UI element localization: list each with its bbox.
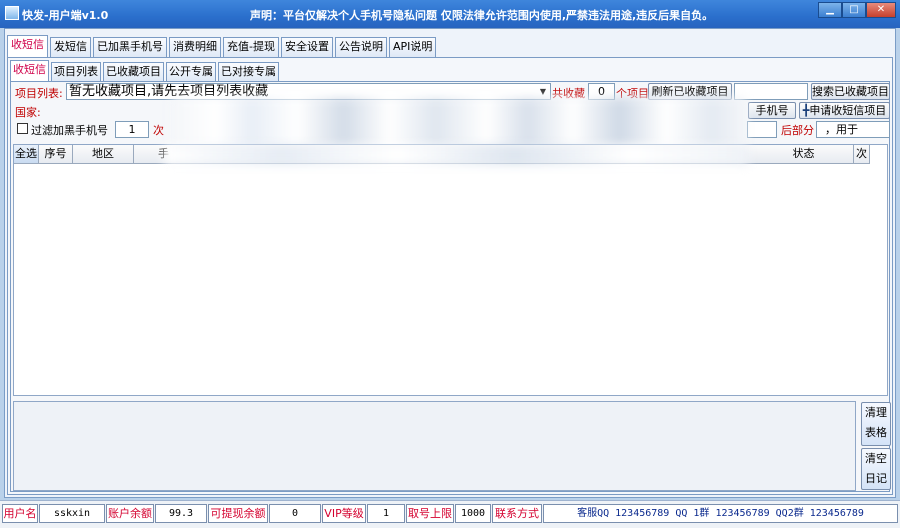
redacted-header bbox=[164, 145, 749, 165]
minimize-button[interactable]: ▁ bbox=[818, 2, 842, 18]
tab-api-docs[interactable]: API说明 bbox=[388, 37, 437, 57]
clear-log-label-2: 日记 bbox=[865, 472, 887, 485]
clear-log-label-1: 清空 bbox=[865, 452, 887, 465]
tab-receive-sms[interactable]: 收短信 bbox=[7, 35, 48, 57]
get-phone-button[interactable]: 手机号 bbox=[748, 102, 796, 119]
clear-table-label-2: 表格 bbox=[865, 426, 887, 439]
chevron-down-icon[interactable]: ▼ bbox=[537, 85, 549, 98]
limit-label: 取号上限 bbox=[406, 504, 454, 523]
column-status[interactable]: 状态 bbox=[754, 145, 854, 164]
tab-security-settings[interactable]: 安全设置 bbox=[280, 37, 333, 57]
vip-label: VIP等级 bbox=[322, 504, 366, 523]
rear-input[interactable] bbox=[747, 121, 777, 138]
country-label: 国家: bbox=[15, 106, 41, 119]
tab-send-sms[interactable]: 发短信 bbox=[50, 37, 91, 57]
column-count[interactable]: 次 bbox=[854, 145, 870, 164]
clear-log-button[interactable]: 清空 日记 bbox=[861, 448, 891, 490]
main-frame: 收短信 发短信 已加黑手机号 消费明细 充值-提现 安全设置 公告说明 API说… bbox=[4, 28, 896, 498]
subtab-connected-exclusive[interactable]: 已对接专属 bbox=[218, 62, 279, 81]
status-bar: 用户名 sskxin 账户余额 99.3 可提现余额 0 VIP等级 1 取号上… bbox=[0, 500, 900, 528]
usage-input[interactable]: ，用于 bbox=[816, 121, 890, 138]
project-list-label: 项目列表: bbox=[15, 87, 63, 100]
clear-table-label-1: 清理 bbox=[865, 406, 887, 419]
tab-consumption-details[interactable]: 消费明细 bbox=[169, 37, 221, 57]
subtab-favorite-projects[interactable]: 已收藏项目 bbox=[103, 62, 164, 81]
balance-value: 99.3 bbox=[155, 504, 207, 523]
filter-count-input[interactable]: 1 bbox=[115, 121, 149, 138]
contact-label: 联系方式 bbox=[492, 504, 542, 523]
column-index[interactable]: 序号 bbox=[39, 145, 73, 164]
withdrawable-value: 0 bbox=[269, 504, 321, 523]
tab-blacklisted-numbers[interactable]: 已加黑手机号 bbox=[93, 37, 167, 57]
search-favorites-button[interactable]: 搜索已收藏项目 bbox=[811, 83, 890, 100]
username-value: sskxin bbox=[39, 504, 105, 523]
subtab-project-list[interactable]: 项目列表 bbox=[51, 62, 101, 81]
sub-tab-bar: 收短信 项目列表 已收藏项目 公开专属 已对接专属 bbox=[10, 60, 281, 81]
subtab-receive-sms[interactable]: 收短信 bbox=[10, 60, 49, 81]
close-button[interactable]: ✕ bbox=[866, 2, 896, 18]
filter-blacklist-label: 过滤加黑手机号 bbox=[31, 124, 108, 137]
receive-sms-pane: 项目列表: 暂无收藏项目,请先去项目列表收藏 ▼ 共收藏 0 个项目 刷新已收藏… bbox=[10, 81, 891, 492]
next-partial-label: 次 bbox=[153, 124, 164, 137]
username-label: 用户名 bbox=[2, 504, 38, 523]
vip-value: 1 bbox=[367, 504, 405, 523]
apply-project-button[interactable]: ╋申请收短信项目 bbox=[799, 102, 890, 119]
title-bar: 快发-用户端v1.0 声明：平台仅解决个人手机号隐私问题 仅限法律允许范围内使用… bbox=[0, 0, 900, 28]
subtab-public-exclusive[interactable]: 公开专属 bbox=[166, 62, 216, 81]
apply-project-label: 申请收短信项目 bbox=[809, 104, 887, 117]
column-region[interactable]: 地区 bbox=[73, 145, 134, 164]
disclaimer-notice: 声明：平台仅解决个人手机号隐私问题 仅限法律允许范围内使用,严禁违法用途,违反后… bbox=[250, 9, 714, 22]
sms-table: 全选 序号 地区 手 状态 次 bbox=[13, 144, 888, 396]
rear-part-label: 后部分 bbox=[781, 124, 814, 137]
main-tab-bar: 收短信 发短信 已加黑手机号 消费明细 充值-提现 安全设置 公告说明 API说… bbox=[7, 35, 438, 57]
limit-value: 1000 bbox=[455, 504, 491, 523]
window-title: 快发-用户端v1.0 bbox=[22, 9, 109, 22]
tab-recharge-withdraw[interactable]: 充值-提现 bbox=[223, 37, 279, 57]
project-select-value: 暂无收藏项目,请先去项目列表收藏 bbox=[69, 84, 269, 99]
app-icon bbox=[5, 6, 19, 20]
select-all-header[interactable]: 全选 bbox=[14, 145, 39, 164]
balance-label: 账户余额 bbox=[106, 504, 154, 523]
log-area[interactable] bbox=[13, 401, 856, 491]
filter-blacklist-checkbox[interactable] bbox=[17, 123, 28, 134]
contact-value: 客服QQ 123456789 QQ 1群 123456789 QQ2群 1234… bbox=[543, 504, 898, 523]
receive-sms-panel: 收短信 项目列表 已收藏项目 公开专属 已对接专属 项目列表: 暂无收藏项目,请… bbox=[7, 57, 893, 495]
clear-table-button[interactable]: 清理 表格 bbox=[861, 402, 891, 446]
tab-announcements[interactable]: 公告说明 bbox=[334, 37, 387, 57]
withdrawable-label: 可提现余额 bbox=[208, 504, 268, 523]
maximize-button[interactable]: □ bbox=[842, 2, 866, 18]
